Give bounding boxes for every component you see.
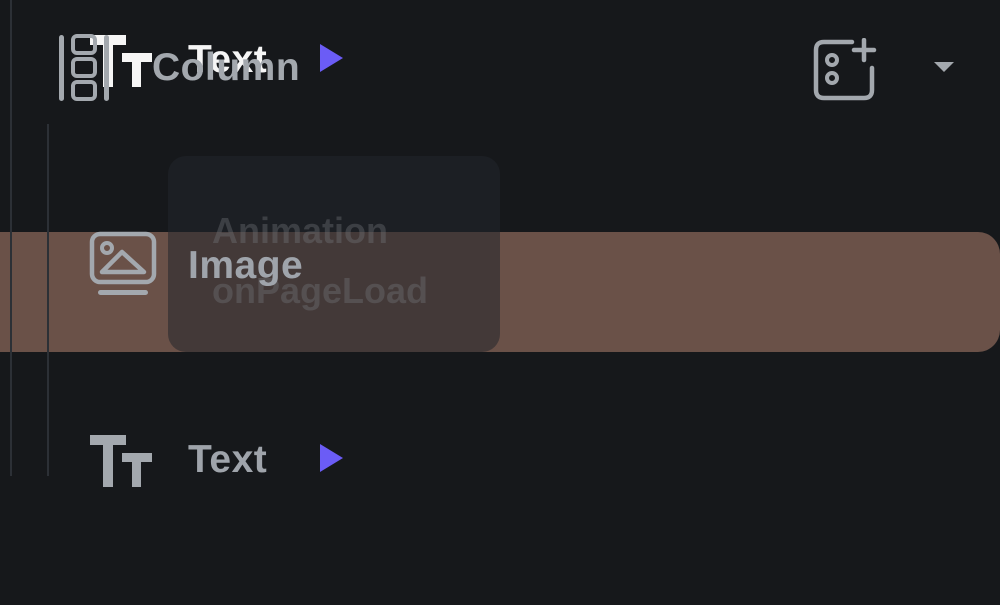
tree-guide-line-nested [47, 124, 49, 476]
tree-item-text[interactable]: Text [88, 422, 1000, 498]
tree-item-label: Image [188, 244, 304, 287]
image-icon [88, 230, 158, 302]
text-type-icon [88, 431, 154, 489]
play-animation-icon[interactable] [317, 442, 345, 479]
caret-down-icon[interactable] [930, 58, 958, 76]
tree-item-image[interactable]: Image [88, 228, 1000, 304]
column-layout-icon [56, 32, 112, 104]
tree-guide-line [10, 0, 12, 476]
tree-item-label: Text [188, 438, 268, 481]
add-child-widget-icon[interactable] [812, 38, 878, 102]
widget-tree-panel: Column Animation onPageLoad Image Text T… [0, 0, 1000, 605]
tree-item-label: Column [152, 46, 301, 89]
